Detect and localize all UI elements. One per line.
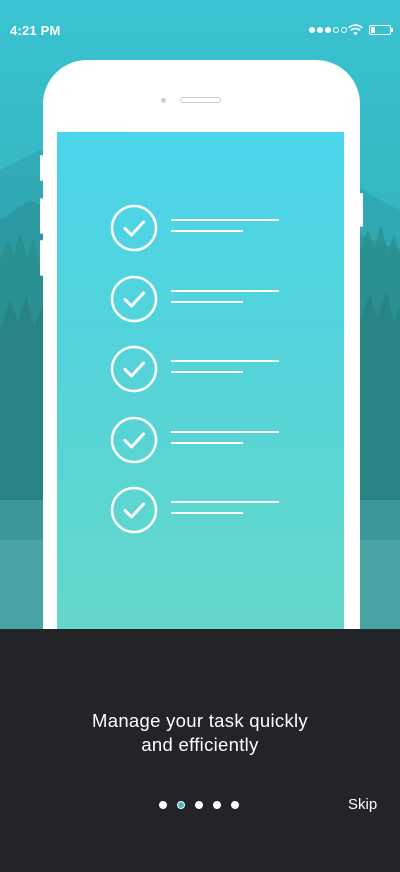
page-dot-active[interactable] bbox=[177, 801, 185, 809]
page-indicator bbox=[159, 801, 239, 809]
status-time: 4:21 PM bbox=[10, 23, 61, 38]
check-circle-icon bbox=[110, 275, 158, 323]
phone-mockup bbox=[40, 60, 363, 700]
headline-line: and efficiently bbox=[141, 734, 259, 755]
speaker-icon bbox=[180, 97, 221, 103]
check-circle-icon bbox=[110, 416, 158, 464]
signal-strength-icon bbox=[309, 27, 347, 35]
task-list-item bbox=[110, 416, 310, 464]
task-list-item bbox=[110, 345, 310, 393]
skip-button[interactable]: Skip bbox=[348, 796, 377, 813]
task-list-item bbox=[110, 275, 310, 323]
phone-power-button bbox=[360, 193, 363, 227]
page-dot[interactable] bbox=[213, 801, 221, 809]
phone-volume-up-button bbox=[40, 198, 43, 234]
task-title-line bbox=[171, 431, 279, 433]
page-dot[interactable] bbox=[195, 801, 203, 809]
task-subtitle-line bbox=[171, 512, 243, 514]
wifi-icon bbox=[348, 24, 363, 36]
page-dot[interactable] bbox=[231, 801, 239, 809]
camera-icon bbox=[161, 98, 166, 103]
check-circle-icon bbox=[110, 486, 158, 534]
task-list-item bbox=[110, 486, 310, 534]
phone-side-button bbox=[40, 155, 43, 181]
task-subtitle-line bbox=[171, 442, 243, 444]
task-subtitle-line bbox=[171, 301, 243, 303]
check-circle-icon bbox=[110, 204, 158, 252]
task-title-line bbox=[171, 290, 279, 292]
phone-volume-down-button bbox=[40, 240, 43, 276]
task-subtitle-line bbox=[171, 230, 243, 232]
task-title-line bbox=[171, 360, 279, 362]
page-dot[interactable] bbox=[159, 801, 167, 809]
phone-screen bbox=[57, 132, 344, 652]
task-subtitle-line bbox=[171, 371, 243, 373]
battery-icon bbox=[369, 25, 393, 35]
task-list-item bbox=[110, 204, 310, 252]
status-bar: 4:21 PM bbox=[0, 0, 400, 62]
onboarding-headline: Manage your task quickly and efficiently bbox=[0, 709, 400, 757]
onboarding-panel: Manage your task quickly and efficiently… bbox=[0, 629, 400, 872]
task-title-line bbox=[171, 501, 279, 503]
check-circle-icon bbox=[110, 345, 158, 393]
headline-line: Manage your task quickly bbox=[92, 710, 308, 731]
task-title-line bbox=[171, 219, 279, 221]
